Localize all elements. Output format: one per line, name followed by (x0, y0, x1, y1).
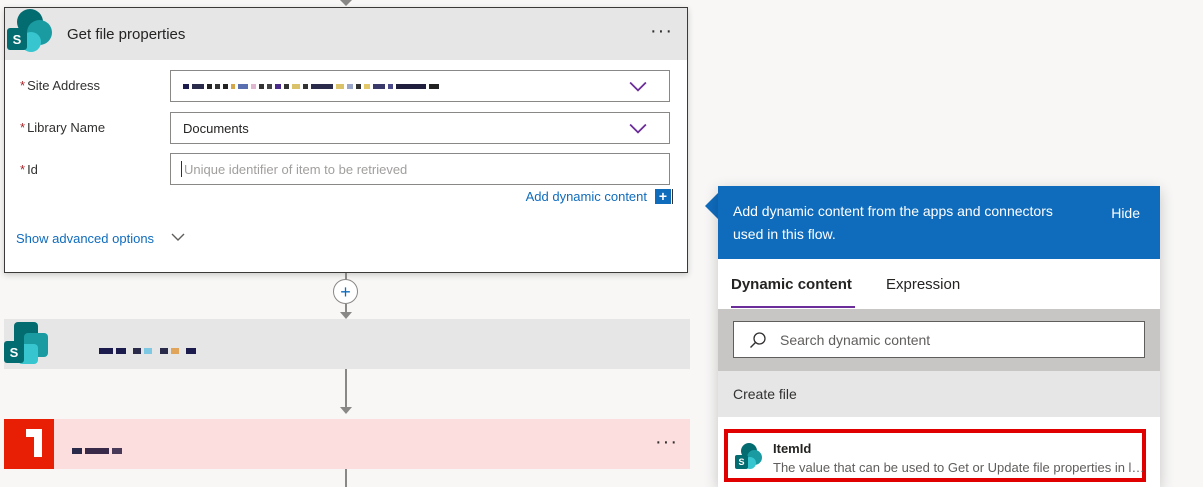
library-name-label: * Library Name (20, 120, 106, 135)
card-header[interactable]: S Get file properties ··· (5, 8, 687, 60)
search-icon (750, 331, 766, 348)
chevron-down-icon[interactable] (629, 123, 647, 135)
panel-header-text: Add dynamic content from the apps and co… (733, 203, 1053, 242)
connector-top-arrow (340, 0, 352, 6)
connector-arrow (340, 407, 352, 414)
site-address-label: * Site Address (20, 78, 101, 93)
panel-tabs: Dynamic content Expression (718, 259, 1160, 309)
search-input[interactable]: Search dynamic content (733, 321, 1145, 358)
hide-button[interactable]: Hide (1111, 202, 1140, 225)
tab-expression[interactable]: Expression (886, 276, 960, 293)
tab-dynamic-content[interactable]: Dynamic content (731, 276, 852, 293)
connector (345, 469, 347, 487)
site-address-dropdown[interactable] (170, 70, 670, 102)
chevron-down-icon[interactable] (171, 232, 185, 242)
section-header-create-file[interactable]: Create file (718, 371, 1160, 417)
dynamic-content-panel: Add dynamic content from the apps and co… (718, 186, 1160, 487)
text-caret (181, 161, 182, 177)
step-title-redacted (72, 441, 125, 459)
dynamic-content-item-title: ItemId (773, 441, 812, 456)
id-placeholder: Unique identifier of item to be retrieve… (184, 161, 408, 177)
add-dynamic-content-link[interactable]: Add dynamic content (526, 189, 647, 204)
chevron-down-icon[interactable] (629, 81, 647, 93)
library-name-dropdown[interactable]: Documents (170, 112, 670, 144)
tab-selected-indicator (731, 306, 855, 308)
connector-arrow (340, 312, 352, 319)
add-dynamic-content-icon[interactable]: + (655, 189, 673, 204)
panel-pointer (705, 193, 718, 219)
search-container: Search dynamic content (718, 309, 1160, 371)
flow-step-collapsed[interactable]: S (4, 319, 690, 369)
id-label: * Id (20, 162, 38, 177)
dynamic-content-item-description: The value that can be used to Get or Upd… (773, 460, 1145, 475)
more-options-button[interactable]: ··· (655, 431, 678, 454)
site-address-value-redacted (183, 83, 439, 89)
step-title-redacted (99, 341, 199, 359)
id-input[interactable]: Unique identifier of item to be retrieve… (170, 153, 670, 185)
office-icon (4, 419, 54, 469)
card-title: Get file properties (67, 26, 186, 43)
flow-step-error[interactable]: ··· (4, 419, 690, 469)
get-file-properties-card: S Get file properties ··· * Site Address … (4, 7, 688, 273)
search-placeholder: Search dynamic content (780, 331, 931, 348)
show-advanced-options-link[interactable]: Show advanced options (16, 231, 154, 246)
sharepoint-icon: S (735, 442, 765, 472)
dynamic-content-item-itemid[interactable]: S ItemId The value that can be used to G… (724, 429, 1146, 482)
sharepoint-icon: S (4, 319, 54, 369)
sharepoint-icon: S (5, 6, 55, 56)
library-name-value: Documents (183, 120, 249, 136)
more-options-button[interactable]: ··· (650, 20, 673, 43)
insert-step-button[interactable]: + (333, 279, 358, 304)
panel-header: Add dynamic content from the apps and co… (718, 186, 1160, 259)
